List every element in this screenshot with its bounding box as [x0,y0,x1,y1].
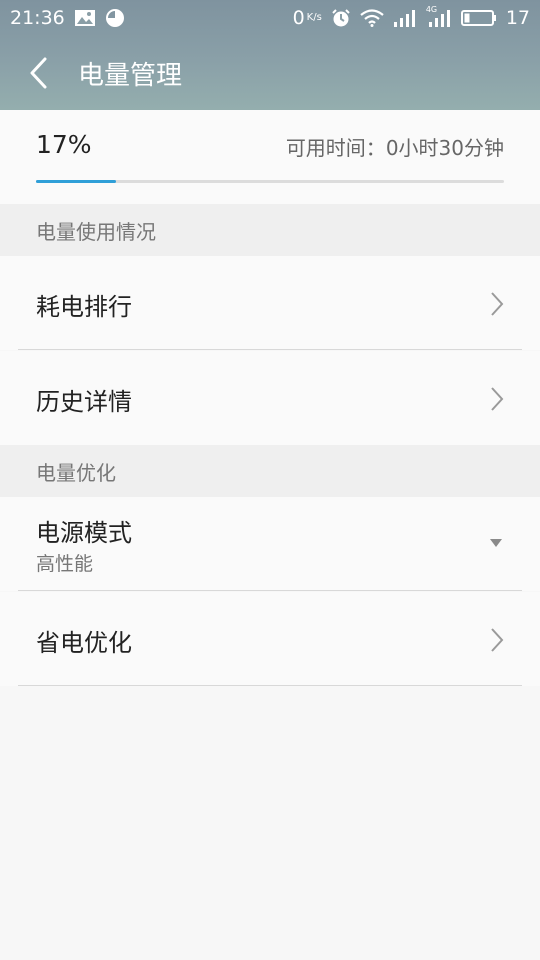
section-header-optimize: 电量优化 [0,445,540,497]
network-speed: 0 K/s [292,7,322,29]
list-item-label: 省电优化 [36,629,132,657]
divider [18,685,522,686]
chevron-left-icon [30,57,47,89]
status-time: 21:36 [10,7,65,29]
list-item-label: 历史详情 [36,388,132,416]
status-bar: 21:36 0 K/s 4G 17 [0,0,540,36]
battery-summary: 17% 可用时间： 0小时30分钟 [0,110,540,204]
app-header: 21:36 0 K/s 4G 17 电量管理 [0,0,540,110]
remaining-time-label: 可用时间： [285,136,386,160]
divider [18,349,522,350]
list-item-history-details[interactable]: 历史详情 [0,351,540,445]
list-item-power-saving[interactable]: 省电优化 [0,592,540,686]
battery-percent: 17% [36,130,92,159]
alarm-icon [331,8,351,28]
wifi-icon [360,9,384,27]
dropdown-arrow-icon [490,539,502,547]
section-header-usage: 电量使用情况 [0,204,540,256]
battery-progress-fill [36,180,116,183]
page-title: 电量管理 [78,60,183,91]
power-mode-value: 高性能 [36,553,94,575]
remaining-time: 可用时间： 0小时30分钟 [286,132,504,161]
signal-4g-icon: 4G [426,5,452,27]
back-button[interactable] [0,36,78,110]
battery-icon [460,9,497,27]
sync-notification-icon [105,8,125,28]
chevron-right-icon [491,292,504,316]
battery-level-text: 17 [505,7,530,29]
list-item-power-ranking[interactable]: 耗电排行 [0,256,540,350]
power-mode-select[interactable]: 电源模式 高性能 [0,497,540,591]
chevron-right-icon [491,387,504,411]
list-item-label: 耗电排行 [36,293,132,321]
divider [18,590,522,591]
remaining-time-value: 0小时30分钟 [385,136,504,160]
power-mode-label: 电源模式 [36,519,132,547]
signal-strength-icon [393,9,417,27]
toolbar: 电量管理 [0,36,540,110]
battery-progress-bar [36,180,504,183]
chevron-right-icon [491,628,504,652]
image-notification-icon [74,9,96,27]
